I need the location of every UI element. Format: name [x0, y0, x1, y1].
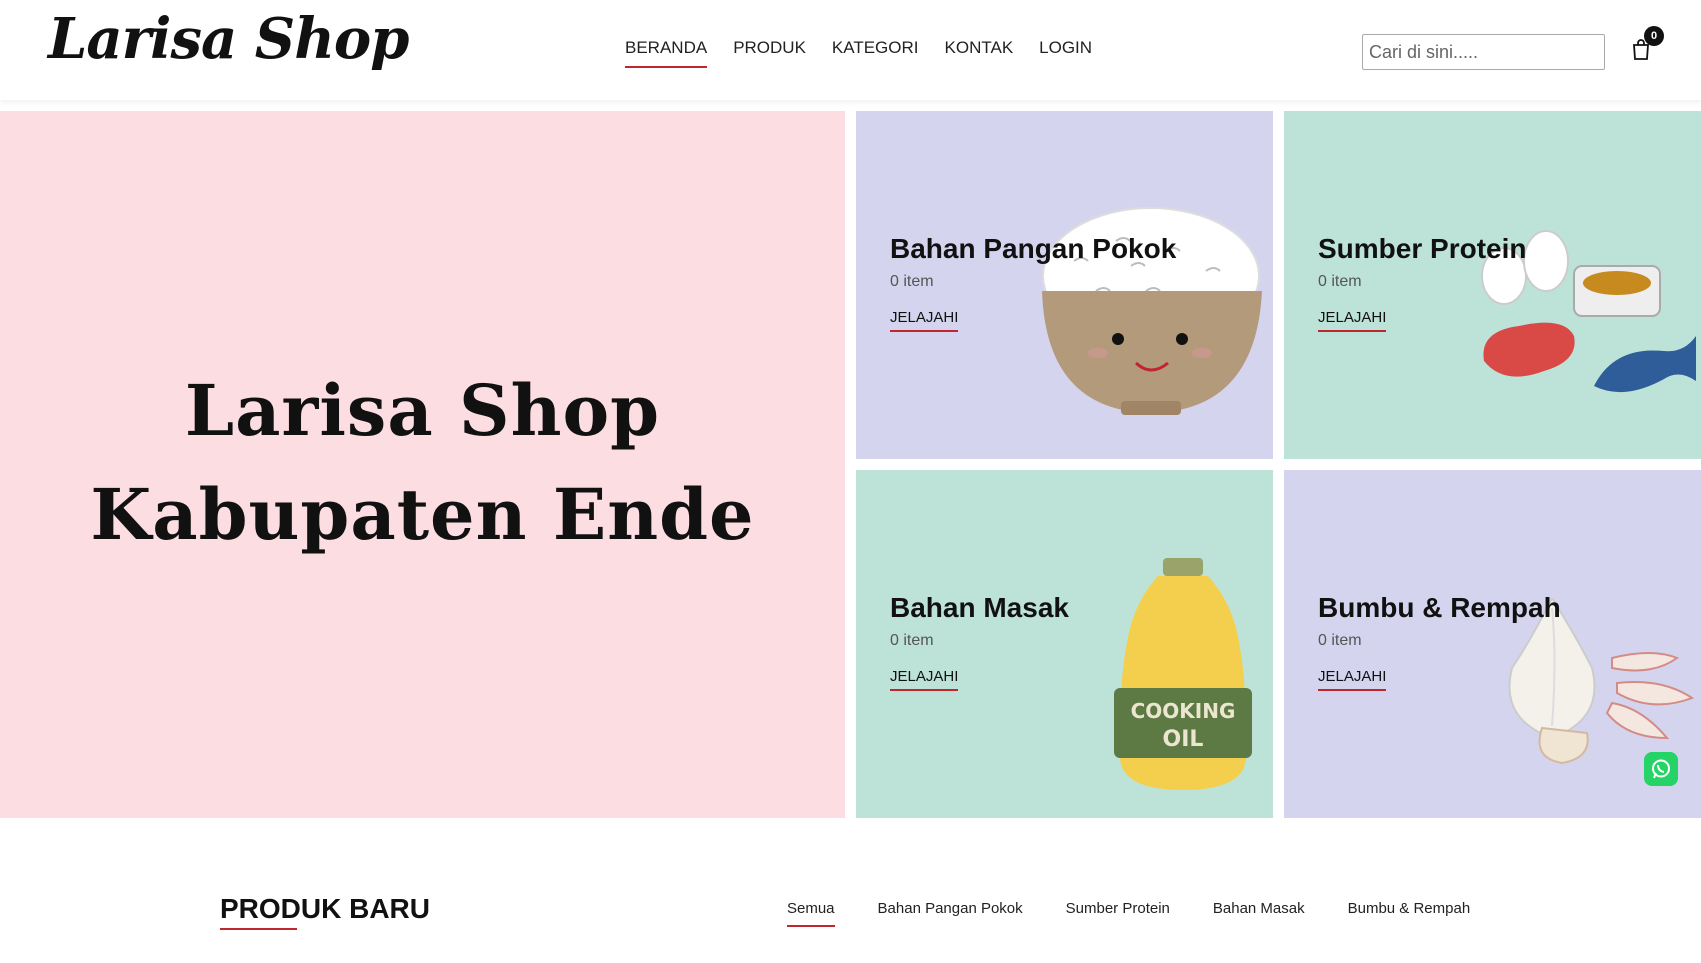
category-card-bumbu-rempah[interactable]: Bumbu & Rempah 0 item JELAJAHI: [1284, 470, 1701, 818]
category-card-sumber-protein[interactable]: Sumber Protein 0 item JELAJAHI: [1284, 111, 1701, 459]
category-title: Bahan Pangan Pokok: [890, 233, 1177, 264]
nav-produk[interactable]: PRODUK: [733, 38, 806, 68]
category-title: Sumber Protein: [1318, 233, 1527, 264]
category-count: 0 item: [890, 273, 934, 290]
hero-title-line-1: Larisa Shop: [184, 369, 661, 452]
search-input[interactable]: [1362, 34, 1605, 70]
nav-beranda[interactable]: BERANDA: [625, 38, 708, 68]
nav-kategori[interactable]: KATEGORI: [832, 38, 919, 68]
explore-link[interactable]: JELAJAHI: [1318, 668, 1387, 691]
main-nav: BERANDA PRODUK KATEGORI KONTAK LOGIN: [625, 38, 1092, 68]
category-count: 0 item: [890, 632, 934, 649]
product-filter-tabs: Semua Bahan Pangan Pokok Sumber Protein …: [787, 900, 1470, 927]
explore-link[interactable]: JELAJAHI: [890, 668, 959, 691]
hero-banner[interactable]: Larisa Shop Kabupaten Ende: [0, 111, 845, 818]
cart-count-badge: 0: [1644, 26, 1664, 46]
category-card-bahan-pangan-pokok[interactable]: Bahan Pangan Pokok 0 item JELAJAHI: [856, 111, 1273, 459]
section-title-produk-baru: PRODUK BARU: [220, 893, 430, 924]
site-header: Larisa Shop BERANDA PRODUK KATEGORI KONT…: [0, 0, 1701, 100]
category-card-bahan-masak[interactable]: COOKING OIL Bahan Masak 0 item JELAJAHI: [856, 470, 1273, 818]
filter-tab-bumbu-rempah[interactable]: Bumbu & Rempah: [1348, 900, 1471, 927]
hero-title-line-2: Kabupaten Ende: [90, 473, 755, 556]
filter-tab-semua[interactable]: Semua: [787, 900, 835, 927]
filter-tab-bahan-pangan-pokok[interactable]: Bahan Pangan Pokok: [878, 900, 1023, 927]
category-title: Bumbu & Rempah: [1318, 592, 1561, 623]
nav-kontak[interactable]: KONTAK: [945, 38, 1014, 68]
explore-link[interactable]: JELAJAHI: [890, 309, 959, 332]
category-count: 0 item: [1318, 273, 1362, 290]
logo[interactable]: Larisa Shop: [48, 6, 409, 72]
cooking-oil-label-2: OIL: [1163, 727, 1204, 752]
whatsapp-icon: [1652, 759, 1670, 779]
explore-link[interactable]: JELAJAHI: [1318, 309, 1387, 332]
category-count: 0 item: [1318, 632, 1362, 649]
whatsapp-chat-button[interactable]: [1644, 752, 1678, 786]
category-title: Bahan Masak: [890, 592, 1069, 623]
cooking-oil-label-1: COOKING: [1131, 699, 1236, 723]
hero-title: Larisa Shop Kabupaten Ende: [0, 359, 845, 567]
section-title-underline: [220, 928, 297, 930]
cooking-oil-icon: COOKING OIL: [1114, 558, 1252, 790]
filter-tab-sumber-protein[interactable]: Sumber Protein: [1066, 900, 1170, 927]
nav-login[interactable]: LOGIN: [1039, 38, 1092, 68]
filter-tab-bahan-masak[interactable]: Bahan Masak: [1213, 900, 1305, 927]
